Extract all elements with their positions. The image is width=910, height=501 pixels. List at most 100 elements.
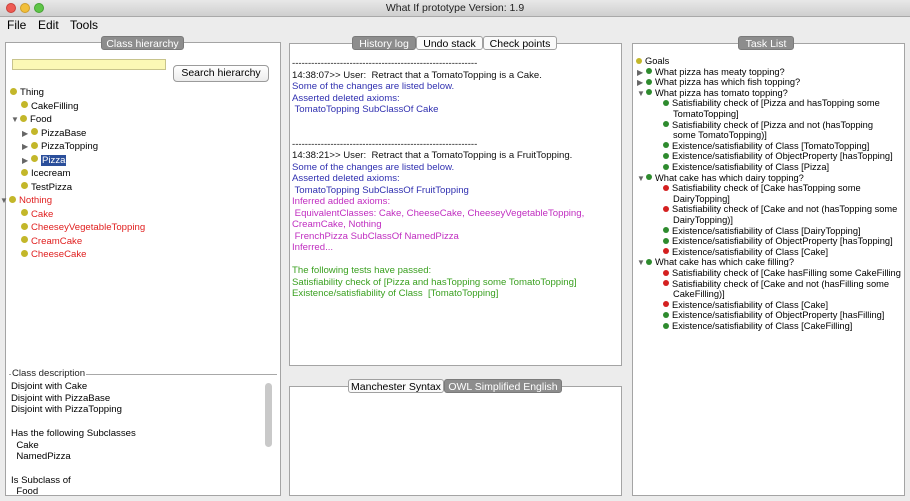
task-goal-item[interactable]: ▼ What pizza has tomato topping? — [637, 88, 788, 99]
log-line: EquivalentClasses: Cake, CheeseCake, Che… — [292, 207, 585, 219]
task-check-item[interactable]: Satisfiability check of [Pizza and hasTo… — [663, 98, 880, 109]
tree-item[interactable]: CheeseyVegetableTopping — [21, 222, 145, 234]
task-check-item[interactable]: DairyTopping] — [673, 194, 730, 205]
tab-owl-simplified-english[interactable]: OWL Simplified English — [444, 379, 562, 393]
task-check-item[interactable]: some TomatoTopping)] — [673, 130, 767, 141]
task-check-item[interactable]: TomatoTopping] — [673, 109, 739, 120]
task-goal-item[interactable]: Goals — [636, 56, 669, 67]
task-check-item[interactable]: DairyTopping)] — [673, 215, 733, 226]
tree-item-label: Nothing — [19, 195, 53, 206]
expand-arrow-icon[interactable]: ▶ — [637, 67, 646, 78]
task-label: DairyTopping)] — [673, 215, 733, 225]
hierarchy-search-input[interactable] — [12, 59, 166, 70]
status-dot-icon — [646, 68, 652, 75]
tree-item[interactable]: Icecream — [21, 168, 70, 180]
status-dot-icon — [663, 322, 669, 329]
tree-item[interactable]: Thing — [10, 87, 44, 99]
status-dot-icon — [663, 163, 669, 170]
task-check-item[interactable]: Satisfiability check of [Cake hasFilling… — [663, 268, 901, 279]
menu-file[interactable]: File — [7, 18, 26, 32]
class-dot-icon — [21, 209, 28, 217]
menu-edit[interactable]: Edit — [38, 18, 59, 32]
tree-item[interactable]: ▶ PizzaTopping — [22, 141, 98, 153]
task-label: Existence/satisfiability of ObjectProper… — [672, 236, 893, 247]
description-line: Disjoint with PizzaBase — [11, 392, 111, 404]
log-line: Asserted deleted axioms: — [292, 92, 400, 104]
task-check-item[interactable]: Existence/satisfiability of Class [Cake] — [663, 247, 828, 258]
task-check-item[interactable]: Satisfiability check of [Pizza and not (… — [663, 120, 873, 131]
collapse-arrow-icon[interactable]: ▼ — [11, 114, 20, 126]
task-check-item[interactable]: Existence/satisfiability of Class [Cake] — [663, 300, 828, 311]
tab-history-log[interactable]: History log — [352, 36, 416, 50]
collapse-arrow-icon[interactable]: ▼ — [637, 88, 646, 99]
task-check-item[interactable]: Existence/satisfiability of ObjectProper… — [663, 310, 884, 321]
expand-arrow-icon[interactable]: ▶ — [22, 128, 31, 140]
status-dot-icon — [663, 280, 669, 287]
log-line: TomatoTopping SubClassOf Cake — [292, 104, 439, 115]
class-dot-icon — [31, 155, 38, 163]
task-label: Existence/satisfiability of Class [CakeF… — [672, 321, 853, 331]
task-check-item[interactable]: Satisfiability check of [Cake and not (h… — [663, 204, 897, 215]
log-line: Inferred... — [292, 242, 334, 253]
task-goal-item[interactable]: ▼ What cake has which dairy topping? — [637, 173, 804, 184]
menu-tools[interactable]: Tools — [70, 18, 98, 32]
collapse-arrow-icon[interactable]: ▼ — [637, 173, 646, 184]
log-line: ----------------------------------------… — [292, 138, 478, 150]
tree-item-label: PizzaBase — [41, 127, 87, 139]
menu-bar: File Edit Tools — [0, 16, 910, 33]
log-line: CreamCake, Nothing — [292, 219, 382, 230]
tree-item[interactable]: CheeseCake — [21, 249, 86, 261]
task-label: Satisfiability check of [Cake hasTopping… — [672, 183, 861, 194]
task-goal-item[interactable]: ▶ What pizza has which fish topping? — [637, 77, 800, 88]
task-check-item[interactable]: Existence/satisfiability of Class [Pizza… — [663, 162, 829, 173]
class-hierarchy-title: Class hierarchy — [101, 36, 184, 50]
collapse-arrow-icon[interactable]: ▼ — [637, 257, 646, 268]
task-check-item[interactable]: Satisfiability check of [Cake and not (h… — [663, 279, 889, 290]
task-check-item[interactable]: Satisfiability check of [Cake hasTopping… — [663, 183, 861, 194]
status-dot-icon — [663, 227, 669, 234]
tree-item-label: Icecream — [31, 168, 71, 179]
task-check-item[interactable]: Existence/satisfiability of ObjectProper… — [663, 236, 893, 247]
task-label: Existence/satisfiability of ObjectProper… — [672, 151, 893, 162]
log-line: FrenchPizza SubClassOf NamedPizza — [292, 230, 459, 242]
task-label: What pizza has tomato topping? — [655, 87, 788, 98]
status-dot-icon — [663, 152, 669, 159]
task-check-item[interactable]: Existence/satisfiability of Class [CakeF… — [663, 321, 852, 332]
description-line: Disjoint with Cake — [11, 381, 88, 392]
tree-item[interactable]: ▼ Food — [11, 114, 52, 126]
tree-item[interactable]: TestPizza — [21, 182, 72, 194]
tab-check-points[interactable]: Check points — [483, 36, 557, 50]
expand-arrow-icon[interactable]: ▶ — [637, 77, 646, 88]
tab-undo-stack[interactable]: Undo stack — [416, 36, 483, 50]
expand-arrow-icon[interactable]: ▶ — [22, 155, 31, 167]
task-goal-item[interactable]: ▼ What cake has which cake filling? — [637, 257, 794, 268]
tree-item[interactable]: ▶ Pizza — [22, 154, 67, 167]
task-label: Goals — [645, 56, 670, 66]
class-dot-icon — [21, 182, 28, 190]
class-dot-icon — [21, 236, 28, 244]
collapse-arrow-icon[interactable]: ▼ — [0, 195, 9, 207]
expand-arrow-icon[interactable]: ▶ — [22, 141, 31, 153]
tree-item[interactable]: CakeFilling — [21, 101, 78, 113]
task-label: DairyTopping] — [673, 193, 730, 204]
log-line: ----------------------------------------… — [292, 58, 478, 69]
description-scrollbar[interactable] — [265, 383, 272, 447]
description-line: Food — [11, 486, 39, 498]
task-check-item[interactable]: CakeFilling)] — [673, 289, 725, 300]
status-dot-icon — [646, 89, 652, 96]
task-check-item[interactable]: Existence/satisfiability of ObjectProper… — [663, 151, 893, 162]
task-check-item[interactable]: Existence/satisfiability of Class [Tomat… — [663, 141, 869, 152]
tree-item[interactable]: Cake — [21, 209, 53, 221]
tree-item[interactable]: CreamCake — [21, 236, 82, 248]
tree-item[interactable]: ▶ PizzaBase — [22, 128, 86, 140]
tree-item[interactable]: ▼ Nothing — [0, 195, 52, 207]
description-line: Has the following Subclasses — [11, 427, 136, 439]
task-check-item[interactable]: Existence/satisfiability of Class [Dairy… — [663, 226, 861, 237]
task-goal-item[interactable]: ▶ What pizza has meaty topping? — [637, 67, 785, 78]
search-hierarchy-button[interactable]: Search hierarchy — [173, 65, 269, 82]
status-dot-icon — [663, 205, 669, 212]
status-dot-icon — [663, 142, 669, 149]
window-titlebar: What If prototype Version: 1.9 — [0, 0, 910, 17]
tab-manchester-syntax[interactable]: Manchester Syntax — [348, 379, 444, 393]
tree-item-label: Pizza — [41, 154, 67, 166]
